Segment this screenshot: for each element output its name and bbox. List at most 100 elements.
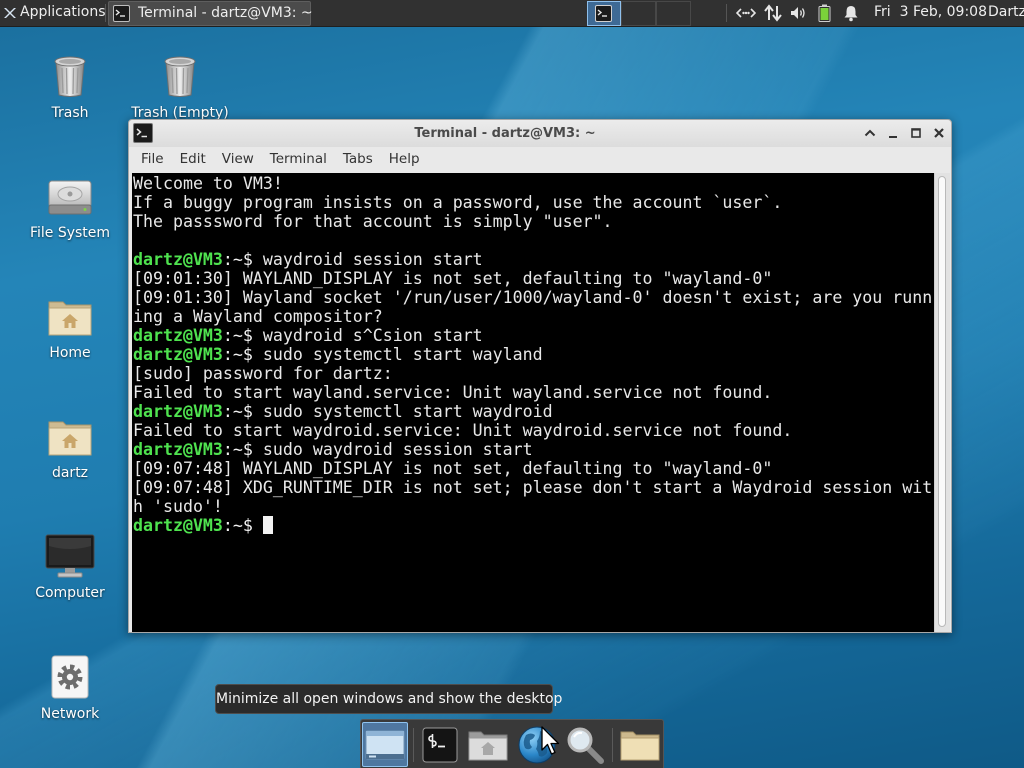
applications-menu-button[interactable]: Applications	[0, 0, 106, 26]
desktop-icon-label: File System	[29, 225, 111, 241]
show-desktop-tooltip: Minimize all open windows and show the d…	[215, 684, 562, 714]
app-finder-icon	[567, 727, 604, 764]
panel-separator	[105, 4, 106, 22]
prompt-line: dartz@VM3:~$	[133, 516, 934, 535]
top-panel: Applications Terminal - dartz@VM3: ~ Fri…	[0, 0, 1024, 27]
terminal-icon	[113, 5, 130, 22]
output-line: [09:01:30] Wayland socket '/run/user/100…	[133, 288, 933, 307]
close-icon[interactable]	[931, 125, 947, 141]
taskbar-terminal-label: Terminal - dartz@VM3: ~	[138, 5, 313, 21]
volume-icon[interactable]	[790, 4, 807, 22]
terminal-icon	[595, 5, 612, 22]
workspace-3-button[interactable]	[656, 1, 691, 26]
menu-terminal[interactable]: Terminal	[262, 147, 335, 173]
desktop-icon-label: Trash	[51, 105, 89, 121]
output-line: Failed to start waydroid.service: Unit w…	[133, 421, 793, 440]
output-line: [09:07:48] WAYLAND_DISPLAY is not set, d…	[133, 459, 773, 478]
prompt-path: :~$	[222, 402, 263, 421]
panel-user-name[interactable]: Dartz	[988, 4, 1024, 20]
network-activity-icon[interactable]	[764, 4, 782, 22]
show-desktop-icon	[365, 730, 405, 759]
dock-separator	[612, 728, 613, 762]
output-line: [09:07:48] XDG_RUNTIME_DIR is not set; p…	[133, 478, 933, 497]
dock-app-finder-button[interactable]	[563, 722, 607, 767]
terminal-scrollbar[interactable]	[934, 173, 950, 632]
prompt-path: :~$	[222, 250, 263, 269]
terminal-window[interactable]: Terminal - dartz@VM3: ~ File Edit View T…	[128, 119, 952, 633]
window-title: Terminal - dartz@VM3: ~	[414, 126, 596, 141]
command-text: waydroid s^Csion start	[262, 326, 483, 345]
prompt-line: dartz@VM3:~$ sudo waydroid session start	[133, 440, 934, 459]
window-title-bar[interactable]: Terminal - dartz@VM3: ~	[129, 120, 951, 147]
prompt-user: dartz@VM3	[133, 345, 223, 364]
terminal-cursor	[262, 516, 273, 534]
prompt-path: :~$	[222, 326, 263, 345]
menu-edit[interactable]: Edit	[172, 147, 214, 173]
prompt-user: dartz@VM3	[133, 516, 223, 535]
dock-home-button[interactable]	[465, 722, 511, 767]
prompt-path: :~$	[222, 516, 263, 535]
prompt-user: dartz@VM3	[133, 402, 223, 421]
home-folder-icon	[48, 301, 92, 336]
command-text: sudo waydroid session start	[262, 440, 533, 459]
workspace-2-button[interactable]	[621, 1, 656, 26]
trash-icon	[164, 56, 196, 97]
desktop-icon-trash-empty[interactable]: Trash (Empty)	[120, 54, 240, 124]
prompt-user: dartz@VM3	[133, 326, 223, 345]
bottom-dock	[360, 719, 664, 768]
output-line: The passsword for that account is simply…	[133, 212, 613, 231]
desktop-icon-label: dartz	[51, 465, 89, 481]
taskbar-terminal-button[interactable]: Terminal - dartz@VM3: ~	[108, 1, 313, 26]
notification-bell-icon[interactable]	[843, 4, 859, 22]
terminal-output-area[interactable]: Welcome to VM3! If a buggy program insist…	[132, 173, 934, 632]
dock-show-desktop-button[interactable]	[362, 722, 408, 767]
command-text: waydroid session start	[262, 250, 483, 269]
home-folder-icon	[48, 421, 92, 456]
panel-clock[interactable]: Fri 3 Feb, 09:08	[874, 4, 987, 20]
prompt-path: :~$	[222, 345, 263, 364]
dock-terminal-button[interactable]	[419, 722, 461, 767]
dock-separator	[413, 728, 414, 762]
desktop-icon-label: Home	[49, 345, 91, 361]
panel-separator	[726, 4, 727, 22]
desktop-icon-file-system[interactable]: File System	[10, 174, 130, 244]
workspace-1-button[interactable]	[587, 1, 621, 26]
home-folder-icon	[468, 731, 508, 760]
desktop-icon-dartz[interactable]: dartz	[10, 414, 130, 484]
desktop-icon-home[interactable]: Home	[10, 294, 130, 364]
terminal-text: Welcome to VM3! If a buggy program insist…	[133, 174, 934, 535]
network-icon[interactable]	[736, 4, 756, 22]
battery-icon[interactable]	[818, 4, 831, 22]
desktop-icon-trash[interactable]: Trash	[10, 54, 130, 124]
network-gear-icon	[51, 655, 89, 699]
prompt-user: dartz@VM3	[133, 250, 223, 269]
menu-view[interactable]: View	[214, 147, 262, 173]
xfce-logo-icon	[4, 8, 16, 18]
prompt-line: dartz@VM3:~$ sudo systemctl start waylan…	[133, 345, 934, 364]
output-line: Failed to start wayland.service: Unit wa…	[133, 383, 773, 402]
menu-bar: File Edit View Terminal Tabs Help	[129, 147, 951, 173]
menu-help[interactable]: Help	[381, 147, 428, 173]
dock-file-manager-button[interactable]	[617, 722, 663, 767]
prompt-line: dartz@VM3:~$ waydroid session start	[133, 250, 934, 269]
command-text: sudo systemctl start waydroid	[262, 402, 553, 421]
minimize-icon[interactable]	[885, 125, 901, 141]
output-line: Welcome to VM3!	[133, 174, 283, 193]
menu-tabs[interactable]: Tabs	[335, 147, 381, 173]
terminal-icon	[422, 727, 458, 762]
desktop-icon-network[interactable]: Network	[10, 655, 130, 725]
shade-icon[interactable]	[862, 125, 878, 141]
prompt-line: dartz@VM3:~$ sudo systemctl start waydro…	[133, 402, 934, 421]
file-manager-icon	[620, 731, 660, 760]
menu-file[interactable]: File	[133, 147, 172, 173]
maximize-icon[interactable]	[908, 125, 924, 141]
desktop-icon-computer[interactable]: Computer	[10, 534, 130, 604]
output-line: ing a Wayland compositor?	[133, 307, 383, 326]
scrollbar-thumb[interactable]	[938, 176, 946, 627]
monitor-icon	[45, 534, 95, 578]
hard-drive-icon	[48, 180, 92, 215]
applications-label: Applications	[20, 4, 106, 20]
prompt-line: dartz@VM3:~$ waydroid s^Csion start	[133, 326, 934, 345]
output-line: If a buggy program insists on a password…	[133, 193, 783, 212]
